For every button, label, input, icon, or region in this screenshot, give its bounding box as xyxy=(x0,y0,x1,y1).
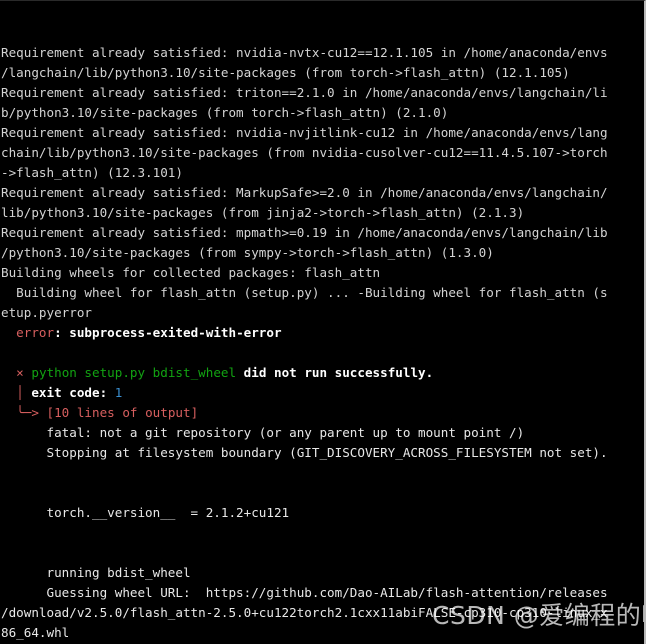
terminal-text-span: Requirement already satisfied: MarkupSaf… xyxy=(1,185,608,200)
terminal-text-span: /langchain/lib/python3.10/site-packages … xyxy=(1,65,570,80)
terminal-line: lib/python3.10/site-packages (from jinja… xyxy=(1,203,644,223)
terminal-line: running bdist_wheel xyxy=(1,563,644,583)
terminal-text-span: did not run successfully. xyxy=(236,365,434,380)
terminal-text-span: Building wheel for flash_attn (setup.py)… xyxy=(1,285,608,300)
terminal-line: chain/lib/python3.10/site-packages (from… xyxy=(1,143,644,163)
terminal-line: × python setup.py bdist_wheel did not ru… xyxy=(1,363,644,383)
terminal-text-span: chain/lib/python3.10/site-packages (from… xyxy=(1,145,608,160)
terminal-text-span: Guessing wheel URL: https://github.com/D… xyxy=(1,585,608,600)
terminal-text-span xyxy=(1,365,16,380)
terminal-line: Building wheels for collected packages: … xyxy=(1,263,644,283)
terminal-line: Requirement already satisfied: nvidia-nv… xyxy=(1,43,644,63)
terminal-text-span: : subprocess-exited-with-error xyxy=(54,325,282,340)
terminal-line-list: Requirement already satisfied: nvidia-nv… xyxy=(1,43,644,644)
terminal-line: 86_64.whl xyxy=(1,623,644,643)
terminal-text-span: Stopping at filesystem boundary (GIT_DIS… xyxy=(1,445,608,460)
terminal-line: /download/v2.5.0/flash_attn-2.5.0+cu122t… xyxy=(1,603,644,623)
terminal-line: /python3.10/site-packages (from sympy->t… xyxy=(1,243,644,263)
terminal-line: Requirement already satisfied: triton==2… xyxy=(1,83,644,103)
terminal-text-span: etup.pyerror xyxy=(1,305,92,320)
terminal-text-span: ->flash_attn) (12.3.101) xyxy=(1,165,183,180)
terminal-text-span: /python3.10/site-packages (from sympy->t… xyxy=(1,245,494,260)
terminal-text-span: Requirement already satisfied: nvidia-nv… xyxy=(1,45,608,60)
terminal-text-span: [10 lines of output] xyxy=(46,405,199,420)
terminal-text-span: fatal: not a git repository (or any pare… xyxy=(1,425,525,440)
terminal-text-span: Requirement already satisfied: nvidia-nv… xyxy=(1,125,608,140)
terminal-line: fatal: not a git repository (or any pare… xyxy=(1,423,644,443)
terminal-line: ╰─> [10 lines of output] xyxy=(1,403,644,423)
terminal-line: b/python3.10/site-packages (from torch->… xyxy=(1,103,644,123)
terminal-text-span: running bdist_wheel xyxy=(1,565,191,580)
terminal-output-pane[interactable]: Requirement already satisfied: nvidia-nv… xyxy=(0,0,646,644)
terminal-text-span: 1 xyxy=(114,385,123,400)
terminal-text-span: Requirement already satisfied: mpmath>=0… xyxy=(1,225,608,240)
terminal-text-span: torch.__version__ = 2.1.2+cu121 xyxy=(1,505,290,520)
terminal-line: ->flash_attn) (12.3.101) xyxy=(1,163,644,183)
terminal-line: Requirement already satisfied: mpmath>=0… xyxy=(1,223,644,243)
terminal-text-span xyxy=(1,385,16,400)
terminal-text-span: Requirement already satisfied: triton==2… xyxy=(1,85,608,100)
terminal-text-span xyxy=(1,325,16,340)
terminal-line: │ exit code: 1 xyxy=(1,383,644,403)
terminal-text-span xyxy=(1,405,16,420)
terminal-text-span: │ xyxy=(16,385,24,400)
terminal-text-span: python setup.py bdist_wheel xyxy=(31,365,237,380)
terminal-text-span: /download/v2.5.0/flash_attn-2.5.0+cu122t… xyxy=(1,605,608,620)
terminal-line: /langchain/lib/python3.10/site-packages … xyxy=(1,63,644,83)
terminal-text-span: 86_64.whl xyxy=(1,625,70,640)
terminal-line: error: subprocess-exited-with-error xyxy=(1,323,644,343)
terminal-line: Guessing wheel URL: https://github.com/D… xyxy=(1,583,644,603)
terminal-line: Building wheel for flash_attn (setup.py)… xyxy=(1,283,644,303)
terminal-text-span: lib/python3.10/site-packages (from jinja… xyxy=(1,205,525,220)
terminal-text-span: b/python3.10/site-packages (from torch->… xyxy=(1,105,449,120)
terminal-text-span: exit code: xyxy=(23,385,115,400)
terminal-line: Requirement already satisfied: nvidia-nv… xyxy=(1,123,644,143)
terminal-text-span: error xyxy=(16,325,55,340)
terminal-line: etup.pyerror xyxy=(1,303,644,323)
terminal-line: torch.__version__ = 2.1.2+cu121 xyxy=(1,503,644,523)
terminal-line: Requirement already satisfied: MarkupSaf… xyxy=(1,183,644,203)
terminal-text-span: ╰─> xyxy=(16,405,47,420)
terminal-line: Stopping at filesystem boundary (GIT_DIS… xyxy=(1,443,644,463)
terminal-text-span: × xyxy=(16,365,24,380)
terminal-text-span: Building wheels for collected packages: … xyxy=(1,265,381,280)
